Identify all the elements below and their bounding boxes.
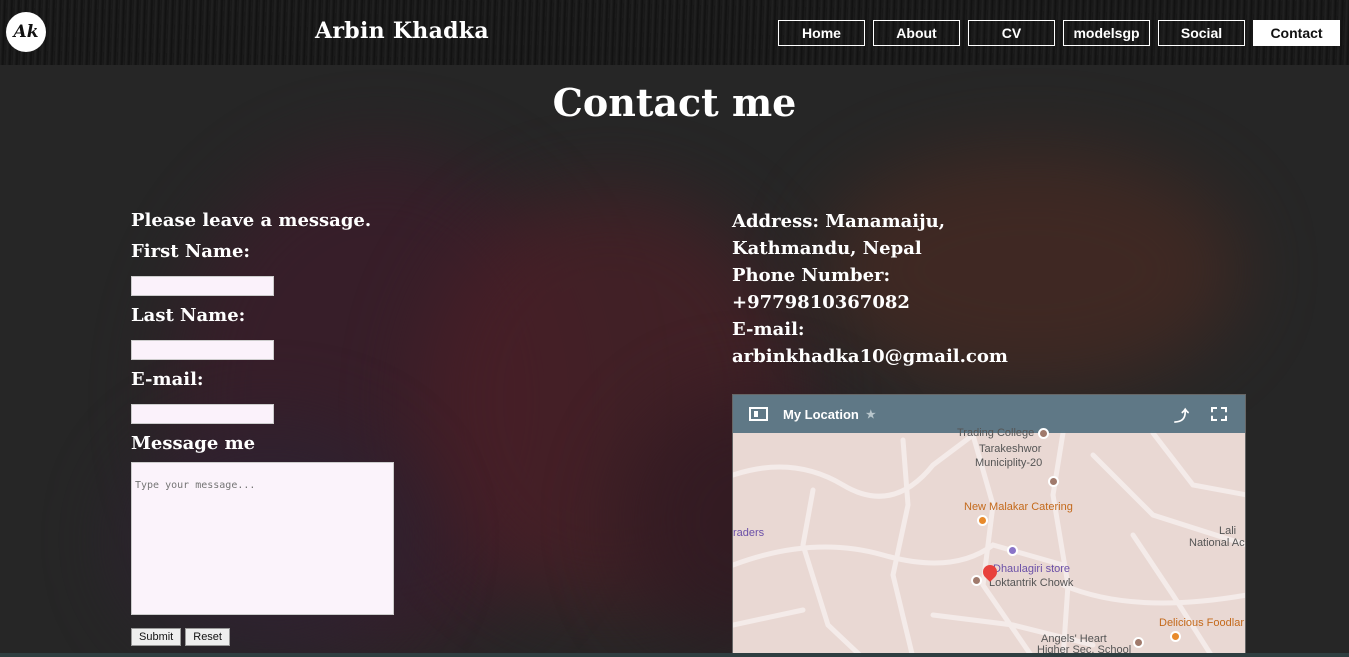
site-title: Arbin Khadka (315, 18, 489, 44)
contact-form: Please leave a message. First Name: Last… (131, 209, 461, 646)
contact-details: Address: Manamaiju, Kathmandu, Nepal Pho… (732, 208, 1032, 370)
phone-label: Phone Number: (732, 265, 891, 286)
poi-store-icon[interactable] (1007, 545, 1018, 556)
last-name-input[interactable] (131, 340, 274, 360)
email-label: E-mail: (131, 369, 204, 390)
email-address: arbinkhadka10@gmail.com (732, 346, 1008, 367)
map-label-college: Trading College (957, 427, 1035, 439)
main-nav: Home About CV modelsgp Social Contact (778, 20, 1340, 46)
share-icon[interactable]: ⤴ (1174, 405, 1189, 426)
bottom-scroll-strip (0, 653, 1349, 657)
star-icon[interactable]: ★ (866, 408, 876, 421)
map-label-delicious: Delicious Foodlar (1159, 617, 1244, 629)
poi-delicious-icon[interactable] (1170, 631, 1181, 642)
reset-button[interactable]: Reset (185, 628, 230, 646)
map-label-chowk: Loktantrik Chowk (989, 577, 1074, 589)
site-header: Ak Arbin Khadka Home About CV modelsgp S… (0, 0, 1349, 65)
form-buttons: Submit Reset (131, 628, 461, 646)
map-label-catering: New Malakar Catering (964, 501, 1073, 513)
site-logo[interactable]: Ak (6, 12, 46, 52)
poi-chowk-icon[interactable] (971, 575, 982, 586)
first-name-label: First Name: (131, 241, 251, 262)
nav-contact[interactable]: Contact (1253, 20, 1340, 46)
map-label-store: Dhaulagiri store (993, 563, 1071, 575)
nav-about[interactable]: About (873, 20, 960, 46)
nav-home[interactable]: Home (778, 20, 865, 46)
form-intro: Please leave a message. (131, 210, 372, 231)
nav-modelsgp[interactable]: modelsgp (1063, 20, 1150, 46)
poi-school-icon[interactable] (1133, 637, 1144, 648)
email-heading: E-mail: (732, 319, 805, 340)
location-map[interactable]: My Location ★ ⤴ Trading College Tarakesh… (732, 394, 1246, 657)
poi-catering-icon[interactable] (977, 515, 988, 526)
map-label-traders: raders (733, 527, 765, 539)
page-content: Contact me Please leave a message. First… (0, 0, 1349, 657)
email-input[interactable] (131, 404, 274, 424)
last-name-label: Last Name: (131, 305, 246, 326)
submit-button[interactable]: Submit (131, 628, 182, 646)
nav-cv[interactable]: CV (968, 20, 1055, 46)
phone-number: +9779810367082 (732, 292, 910, 313)
nav-social[interactable]: Social (1158, 20, 1245, 46)
fullscreen-icon[interactable] (1211, 407, 1227, 421)
address-line-1: Address: Manamaiju, (732, 211, 946, 232)
message-label: Message me (131, 433, 256, 454)
page-title: Contact me (552, 80, 797, 125)
first-name-input[interactable] (131, 276, 274, 296)
map-label-lali: Lali (1219, 525, 1237, 537)
address-line-2: Kathmandu, Nepal (732, 238, 922, 259)
poi-college-icon[interactable] (1038, 428, 1049, 439)
map-label-municipality: Municiplity-20 (975, 457, 1043, 469)
map-panel-icon[interactable] (749, 407, 768, 421)
map-title[interactable]: My Location (783, 407, 859, 422)
message-textarea[interactable] (131, 462, 394, 615)
poi-municipality-icon[interactable] (1048, 476, 1059, 487)
map-label-tarakeshwor: Tarakeshwor (979, 443, 1042, 455)
map-label-national: National Ac (1189, 537, 1245, 549)
